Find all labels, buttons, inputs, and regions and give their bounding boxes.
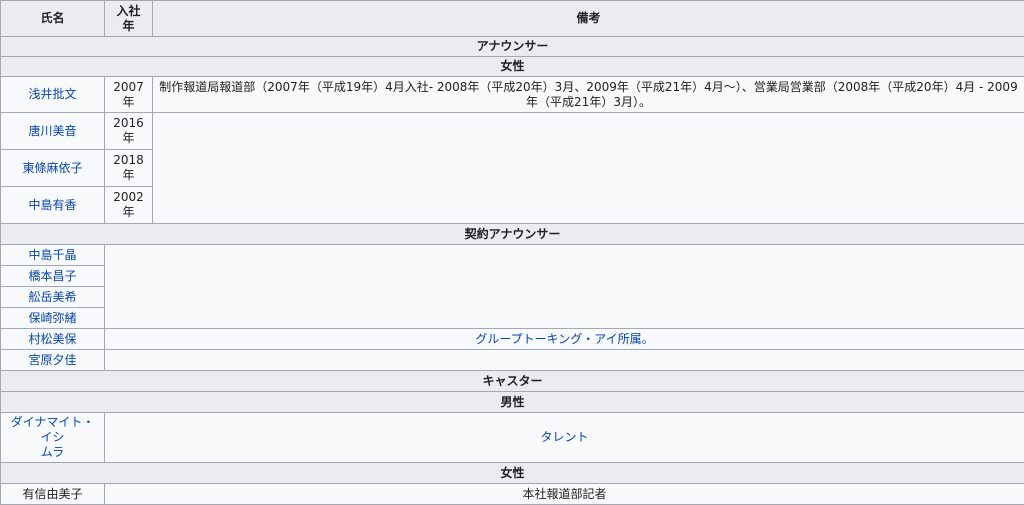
person-link[interactable]: 村松美保: [28, 332, 76, 346]
table-row: ダイナマイト・イシムラ タレント: [1, 413, 1024, 463]
person-name-cell: 東條麻依子: [1, 150, 105, 187]
note-cell: タレント: [105, 413, 1024, 463]
year-column-header[interactable]: 入社年: [105, 1, 153, 37]
person-link[interactable]: 舩岳美希: [28, 290, 76, 304]
person-name-cell: 中島有香: [1, 187, 105, 224]
section-header-announcer: アナウンサー: [1, 37, 1024, 57]
section-row: 男性: [1, 392, 1024, 413]
table-row: 有信由美子 本社報道部記者: [1, 484, 1024, 505]
empty-note-cell: [105, 245, 1024, 329]
section-header-contract-announcer: 契約アナウンサー: [1, 224, 1024, 245]
note-cell: 制作報道局報道部（2007年（平成19年）4月入社- 2008年（平成20年）3…: [153, 77, 1024, 113]
table-row: 村松美保 グループトーキング・アイ所属。: [1, 329, 1024, 350]
join-year-cell: 2002年: [105, 187, 153, 224]
person-name-cell: 中島千晶: [1, 245, 105, 266]
header-row: 氏名 入社年 備考: [1, 1, 1024, 37]
join-year-cell: 2016年: [105, 113, 153, 150]
person-name-cell: 浅井批文: [1, 77, 105, 113]
empty-note-cell: [105, 350, 1024, 371]
person-name-cell: 有信由美子: [1, 484, 105, 505]
empty-note-cell: [153, 113, 1024, 224]
section-row: 女性: [1, 57, 1024, 77]
table-row: 唐川美音 2016年: [1, 113, 1024, 150]
table-row: 中島千晶: [1, 245, 1024, 266]
person-link[interactable]: 宮原夕佳: [28, 353, 76, 367]
talent-link[interactable]: タレント: [540, 430, 588, 444]
person-name-cell: 唐川美音: [1, 113, 105, 150]
section-header-male: 男性: [1, 392, 1024, 413]
person-name-cell: 橋本昌子: [1, 266, 105, 287]
section-row: 契約アナウンサー: [1, 224, 1024, 245]
staff-table: 氏名 入社年 備考 アナウンサー 女性 浅井批文 2007年 制作報道局報道部（…: [0, 0, 1024, 505]
person-name-cell: 村松美保: [1, 329, 105, 350]
join-year-cell: 2007年: [105, 77, 153, 113]
person-link[interactable]: 保崎弥緒: [28, 311, 76, 325]
person-link[interactable]: 中島千晶: [28, 248, 76, 262]
person-name-cell: 舩岳美希: [1, 287, 105, 308]
person-name-cell: 保崎弥緒: [1, 308, 105, 329]
note-column-header[interactable]: 備考: [153, 1, 1024, 37]
section-row: 女性: [1, 463, 1024, 484]
person-link[interactable]: 浅井批文: [28, 87, 76, 101]
section-header-caster: キャスター: [1, 371, 1024, 392]
section-row: キャスター: [1, 371, 1024, 392]
person-link[interactable]: 唐川美音: [28, 124, 76, 138]
note-cell: 本社報道部記者: [105, 484, 1024, 505]
name-column-header[interactable]: 氏名: [1, 1, 105, 37]
person-link[interactable]: 中島有香: [28, 198, 76, 212]
section-header-female: 女性: [1, 463, 1024, 484]
table-row: 浅井批文 2007年 制作報道局報道部（2007年（平成19年）4月入社- 20…: [1, 77, 1024, 113]
section-header-female: 女性: [1, 57, 1024, 77]
person-link[interactable]: 東條麻依子: [22, 161, 82, 175]
join-year-cell: 2018年: [105, 150, 153, 187]
person-name-cell: ダイナマイト・イシムラ: [1, 413, 105, 463]
note-cell: グループトーキング・アイ所属。: [105, 329, 1024, 350]
section-row: アナウンサー: [1, 37, 1024, 57]
person-link[interactable]: 橋本昌子: [28, 269, 76, 283]
person-name-cell: 宮原夕佳: [1, 350, 105, 371]
table-row: 宮原夕佳: [1, 350, 1024, 371]
agency-link[interactable]: グループトーキング・アイ所属。: [475, 332, 653, 346]
person-link[interactable]: ダイナマイト・イシムラ: [11, 415, 95, 459]
